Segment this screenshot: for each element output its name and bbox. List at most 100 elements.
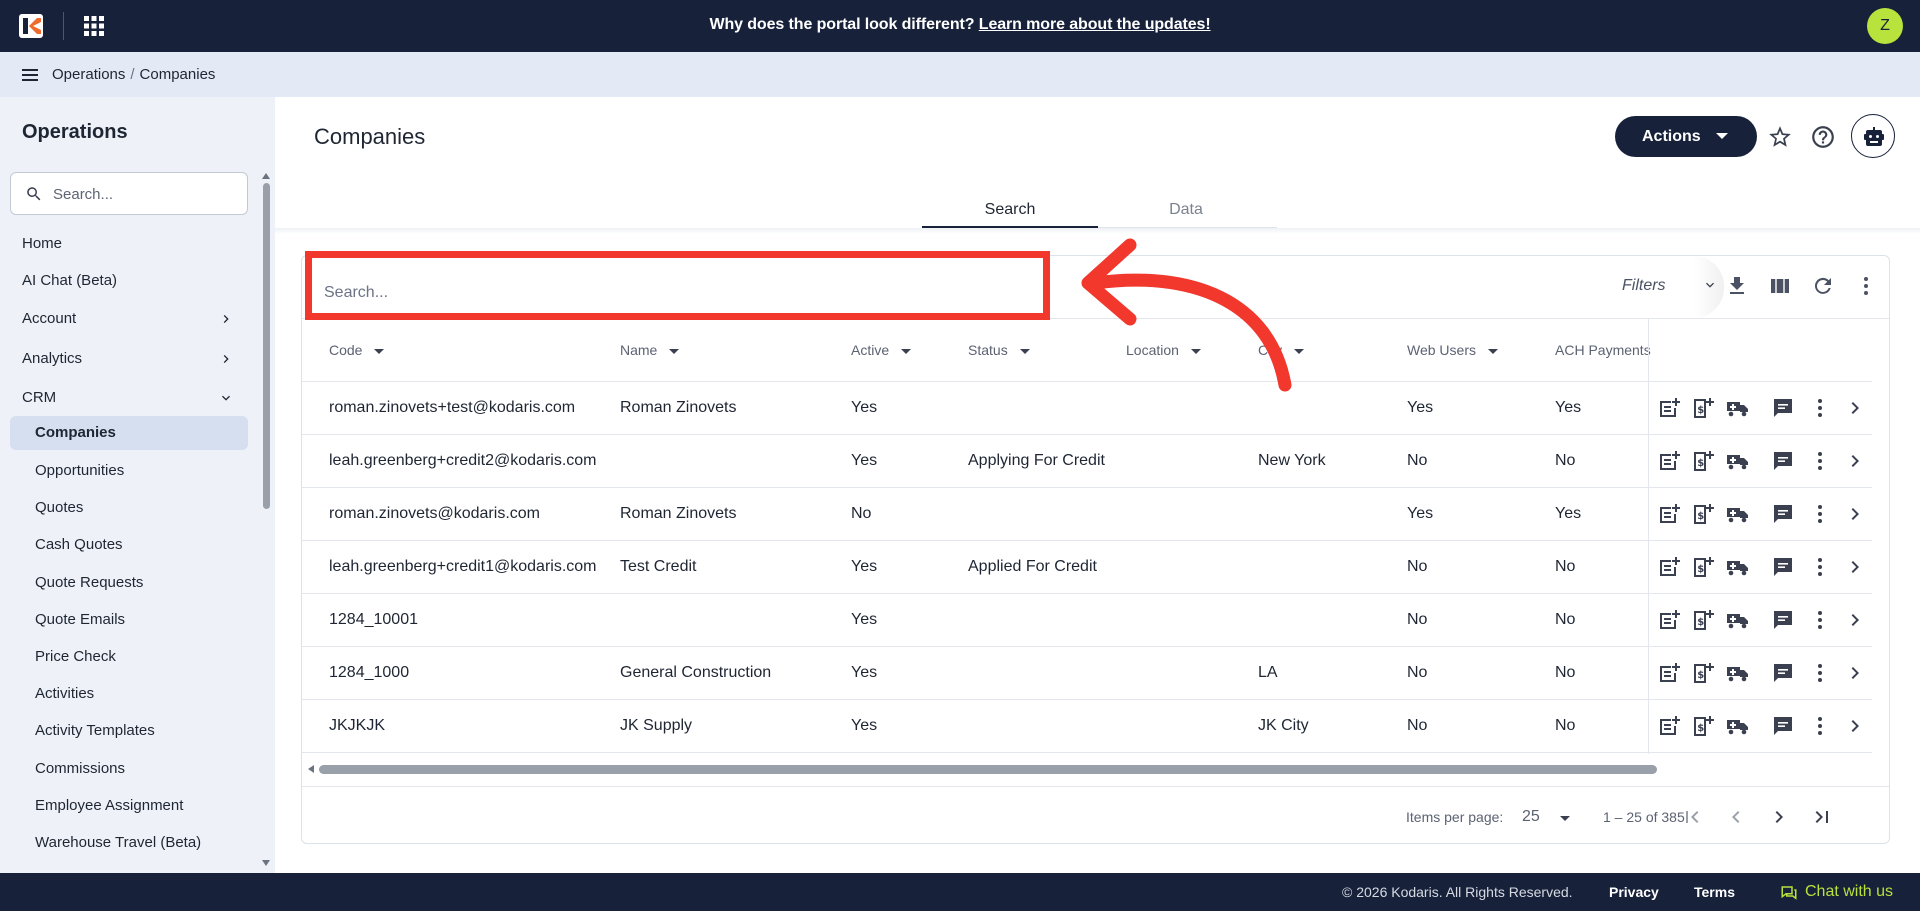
filters-button[interactable]: Filters — [1602, 267, 1722, 303]
table-row[interactable]: JKJKJK JK Supply Yes JK City No No $ — [302, 700, 1872, 753]
column-header-ach-payments[interactable]: ACH Payments — [1555, 342, 1651, 358]
column-header-active[interactable]: Active — [851, 342, 912, 358]
chevron-right-icon[interactable] — [1843, 396, 1867, 420]
shipping-truck-icon[interactable] — [1726, 502, 1750, 526]
sidebar-item-ai-chat[interactable]: AI Chat (Beta) — [10, 264, 248, 298]
add-note-icon[interactable] — [1657, 555, 1681, 579]
add-note-icon[interactable] — [1657, 608, 1681, 632]
shipping-truck-icon[interactable] — [1726, 449, 1750, 473]
footer-privacy-link[interactable]: Privacy — [1609, 884, 1659, 900]
sidebar-item-price-check[interactable]: Price Check — [10, 640, 248, 674]
comment-icon[interactable] — [1771, 449, 1795, 473]
more-vert-icon[interactable] — [1808, 502, 1832, 526]
sidebar-scroll-up-icon[interactable] — [261, 171, 271, 181]
sidebar-scroll-down-icon[interactable] — [261, 858, 271, 868]
table-row[interactable]: leah.greenberg+credit2@kodaris.com Yes App… — [302, 435, 1872, 488]
add-note-icon[interactable] — [1657, 661, 1681, 685]
sidebar-item-commissions[interactable]: Commissions — [10, 752, 248, 786]
breadcrumb-operations[interactable]: Operations — [52, 66, 125, 83]
shipping-truck-icon[interactable] — [1726, 555, 1750, 579]
table-scroll-left-icon[interactable] — [306, 764, 316, 774]
shipping-truck-icon[interactable] — [1726, 608, 1750, 632]
add-credit-icon[interactable]: $ — [1691, 555, 1715, 579]
sidebar-item-quotes[interactable]: Quotes — [10, 491, 248, 525]
comment-icon[interactable] — [1771, 555, 1795, 579]
column-header-code[interactable]: Code — [329, 342, 385, 358]
star-icon[interactable] — [1767, 124, 1793, 150]
add-note-icon[interactable] — [1657, 449, 1681, 473]
sidebar-search — [10, 172, 248, 215]
table-row[interactable]: roman.zinovets@kodaris.com Roman Zinovets… — [302, 488, 1872, 541]
sidebar-item-opportunities[interactable]: Opportunities — [10, 454, 248, 488]
previous-page-icon[interactable] — [1724, 805, 1748, 829]
shipping-truck-icon[interactable] — [1726, 714, 1750, 738]
column-header-status[interactable]: Status — [968, 342, 1030, 358]
table-row[interactable]: 1284_10001 Yes No No $ — [302, 594, 1872, 647]
more-vert-icon[interactable] — [1808, 449, 1832, 473]
more-vert-icon[interactable] — [1808, 661, 1832, 685]
columns-icon[interactable] — [1768, 274, 1792, 298]
refresh-icon[interactable] — [1811, 274, 1835, 298]
chevron-right-icon[interactable] — [1843, 608, 1867, 632]
add-credit-icon[interactable]: $ — [1691, 608, 1715, 632]
add-note-icon[interactable] — [1657, 396, 1681, 420]
user-avatar[interactable]: Z — [1867, 8, 1903, 44]
chevron-right-icon[interactable] — [1843, 502, 1867, 526]
sidebar-item-analytics[interactable]: Analytics — [10, 342, 248, 376]
sidebar-item-activity-templates[interactable]: Activity Templates — [10, 714, 248, 748]
sidebar-item-activities[interactable]: Activities — [10, 677, 248, 711]
table-row[interactable]: 1284_1000 General Construction Yes LA No No $ — [302, 647, 1872, 700]
add-credit-icon[interactable]: $ — [1691, 661, 1715, 685]
more-vert-icon[interactable] — [1854, 274, 1878, 298]
comment-icon[interactable] — [1771, 661, 1795, 685]
sidebar-item-quote-requests[interactable]: Quote Requests — [10, 566, 248, 600]
shipping-truck-icon[interactable] — [1726, 661, 1750, 685]
column-header-web-users[interactable]: Web Users — [1407, 342, 1498, 358]
sidebar-item-home[interactable]: Home — [10, 227, 248, 261]
next-page-icon[interactable] — [1767, 805, 1791, 829]
chevron-right-icon[interactable] — [1843, 555, 1867, 579]
more-vert-icon[interactable] — [1808, 608, 1832, 632]
help-icon[interactable] — [1810, 124, 1836, 150]
tab-data[interactable]: Data — [1098, 192, 1274, 228]
chevron-right-icon[interactable] — [1843, 661, 1867, 685]
banner-learn-more-link[interactable]: Learn more about the updates! — [979, 16, 1211, 33]
footer-terms-link[interactable]: Terms — [1694, 884, 1735, 900]
comment-icon[interactable] — [1771, 502, 1795, 526]
chevron-right-icon[interactable] — [1843, 449, 1867, 473]
tab-search[interactable]: Search — [922, 192, 1098, 228]
download-icon[interactable] — [1725, 274, 1749, 298]
items-per-page-select[interactable]: 25 — [1522, 806, 1572, 828]
add-note-icon[interactable] — [1657, 502, 1681, 526]
column-header-name[interactable]: Name — [620, 342, 680, 358]
sidebar-item-warehouse-travel[interactable]: Warehouse Travel (Beta) — [10, 826, 248, 860]
sidebar-item-companies[interactable]: Companies — [10, 416, 248, 450]
sidebar-item-cash-quotes[interactable]: Cash Quotes — [10, 528, 248, 562]
hamburger-menu-icon[interactable] — [20, 64, 42, 86]
sidebar-item-account[interactable]: Account — [10, 302, 248, 336]
first-page-icon[interactable] — [1680, 805, 1704, 829]
sidebar-item-employee-assignment[interactable]: Employee Assignment — [10, 789, 248, 823]
comment-icon[interactable] — [1771, 396, 1795, 420]
add-credit-icon[interactable]: $ — [1691, 396, 1715, 420]
more-vert-icon[interactable] — [1808, 396, 1832, 420]
shipping-truck-icon[interactable] — [1726, 396, 1750, 420]
sidebar-search-input[interactable] — [53, 183, 233, 205]
chevron-right-icon[interactable] — [1843, 714, 1867, 738]
table-horizontal-scrollbar-thumb[interactable] — [319, 765, 1657, 774]
add-credit-icon[interactable]: $ — [1691, 449, 1715, 473]
ai-assistant-bot-icon[interactable] — [1851, 114, 1895, 158]
add-note-icon[interactable] — [1657, 714, 1681, 738]
comment-icon[interactable] — [1771, 714, 1795, 738]
sidebar-item-crm[interactable]: CRM — [10, 381, 248, 415]
sidebar-scrollbar-thumb[interactable] — [263, 183, 270, 509]
sidebar-item-quote-emails[interactable]: Quote Emails — [10, 603, 248, 637]
more-vert-icon[interactable] — [1808, 555, 1832, 579]
actions-button[interactable]: Actions — [1615, 116, 1757, 157]
table-row[interactable]: leah.greenberg+credit1@kodaris.com Test C… — [302, 541, 1872, 594]
more-vert-icon[interactable] — [1808, 714, 1832, 738]
add-credit-icon[interactable]: $ — [1691, 502, 1715, 526]
comment-icon[interactable] — [1771, 608, 1795, 632]
add-credit-icon[interactable]: $ — [1691, 714, 1715, 738]
last-page-icon[interactable] — [1810, 805, 1834, 829]
